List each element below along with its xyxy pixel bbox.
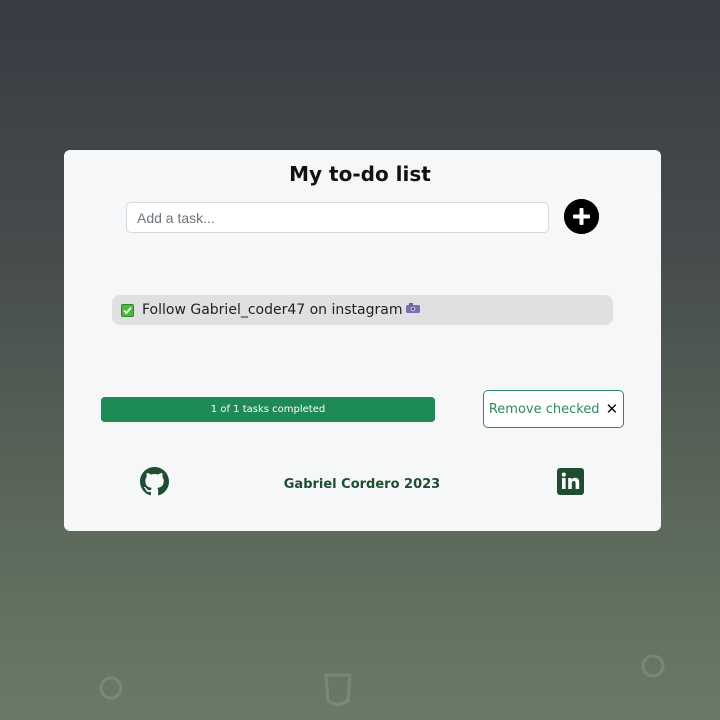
progress-bar: 1 of 1 tasks completed — [101, 397, 435, 422]
linkedin-link[interactable] — [557, 468, 584, 495]
page-title: My to-do list — [289, 162, 431, 186]
github-icon — [140, 467, 169, 496]
add-task-button[interactable] — [564, 199, 599, 234]
github-link[interactable] — [140, 467, 169, 496]
linkedin-icon — [561, 472, 580, 489]
remove-checked-button[interactable]: Remove checked ✕ — [483, 390, 624, 428]
task-item: Follow Gabriel_coder47 on instagram — [112, 295, 613, 325]
plus-circle-icon — [564, 199, 599, 234]
progress-label: 1 of 1 tasks completed — [210, 404, 326, 415]
remove-checked-label: Remove checked — [488, 401, 600, 417]
task-input[interactable] — [126, 202, 549, 233]
close-icon: ✕ — [605, 399, 619, 418]
background-deco-icon — [98, 675, 124, 701]
check-icon — [123, 306, 132, 314]
task-label: Follow Gabriel_coder47 on instagram — [142, 302, 403, 318]
camera-icon — [405, 301, 421, 319]
task-checkbox[interactable] — [121, 303, 134, 317]
background-deco-icon — [640, 653, 666, 679]
background-deco-icon — [323, 673, 353, 707]
footer-credit: Gabriel Cordero 2023 — [283, 477, 441, 492]
